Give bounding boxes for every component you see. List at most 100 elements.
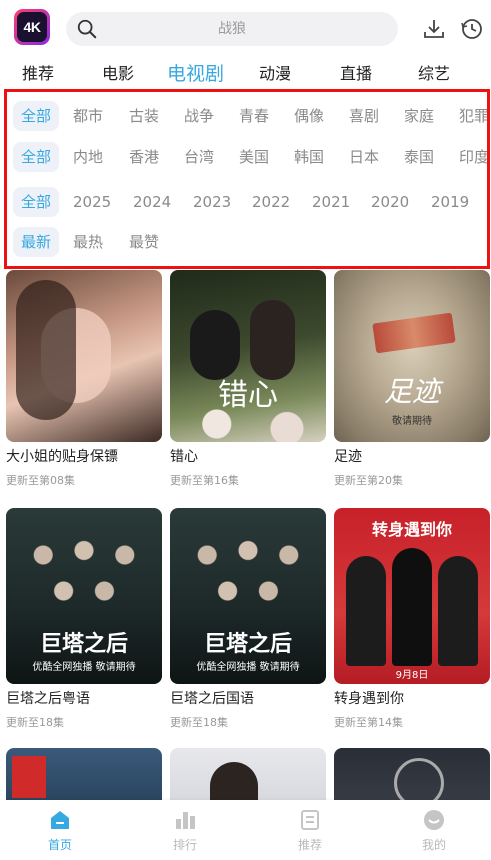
- tab-variety[interactable]: 综艺: [418, 58, 450, 90]
- video-card[interactable]: [6, 748, 162, 800]
- filter-year-2020[interactable]: 2020: [371, 187, 409, 217]
- home-icon: [51, 811, 69, 829]
- profile-icon: [424, 810, 444, 830]
- filter-genre-family[interactable]: 家庭: [404, 101, 434, 131]
- nav-profile-label: 我的: [421, 838, 446, 852]
- video-title: 巨塔之后国语: [170, 691, 254, 707]
- filter-genre-crime[interactable]: 犯罪: [459, 101, 487, 131]
- video-card[interactable]: 错心 错心 更新至第16集: [170, 270, 326, 488]
- ranking-icon: [176, 812, 195, 829]
- filter-region-usa[interactable]: 美国: [239, 142, 269, 172]
- filter-region-taiwan[interactable]: 台湾: [184, 142, 214, 172]
- filter-year-all[interactable]: 全部: [13, 187, 59, 217]
- nav-ranking[interactable]: 排行: [135, 800, 235, 860]
- filter-region-japan[interactable]: 日本: [349, 142, 379, 172]
- poster-image: [6, 270, 162, 442]
- poster-image: [170, 748, 326, 800]
- video-title: 足迹: [334, 449, 362, 465]
- poster-title: 转身遇到你: [371, 520, 452, 539]
- video-card[interactable]: [170, 748, 326, 800]
- poster-title: 足迹: [383, 375, 440, 408]
- filter-year-2021[interactable]: 2021: [312, 187, 350, 217]
- filter-region-thailand[interactable]: 泰国: [404, 142, 434, 172]
- filter-region-india[interactable]: 印度: [459, 142, 487, 172]
- video-card[interactable]: 足迹 敬请期待 足迹 更新至第20集: [334, 270, 490, 488]
- filter-genre-all[interactable]: 全部: [13, 101, 59, 131]
- app-header: 4K 战狼: [0, 0, 491, 58]
- filter-genre-war[interactable]: 战争: [184, 101, 214, 131]
- poster-subtitle: 9月8日: [395, 670, 429, 681]
- episode-status: 更新至第14集: [334, 716, 403, 729]
- tab-tv-series[interactable]: 电视剧: [167, 58, 224, 90]
- poster-image: 转身遇到你 9月8日: [334, 508, 490, 684]
- nav-home-label: 首页: [47, 838, 72, 852]
- filter-year-2023[interactable]: 2023: [193, 187, 231, 217]
- filter-region-korea[interactable]: 韩国: [294, 142, 324, 172]
- video-card[interactable]: 大小姐的贴身保镖 更新至第08集: [6, 270, 162, 488]
- sort-hottest[interactable]: 最热: [73, 227, 103, 257]
- year-filter-row: 全部 2025 2024 2023 2022 2021 2020 2019: [7, 187, 487, 217]
- video-card[interactable]: 巨塔之后 优酷全网独播 敬请期待 巨塔之后国语 更新至18集: [170, 508, 326, 730]
- region-filter-row: 全部 内地 香港 台湾 美国 韩国 日本 泰国 印度: [7, 142, 487, 172]
- video-card[interactable]: 巨塔之后 优酷全网独播 敬请期待 巨塔之后粤语 更新至18集: [6, 508, 162, 730]
- tab-live[interactable]: 直播: [340, 58, 372, 90]
- poster-title: 错心: [218, 378, 278, 413]
- nav-profile[interactable]: 我的: [384, 800, 484, 860]
- genre-filter-row: 全部 都市 古装 战争 青春 偶像 喜剧 家庭 犯罪: [7, 101, 487, 131]
- sort-latest[interactable]: 最新: [13, 227, 59, 257]
- video-title: 转身遇到你: [334, 691, 404, 707]
- nav-home[interactable]: 首页: [10, 800, 110, 860]
- tab-recommend[interactable]: 推荐: [22, 58, 54, 90]
- filter-genre-urban[interactable]: 都市: [73, 101, 103, 131]
- video-title: 错心: [170, 449, 198, 465]
- video-title: 巨塔之后粤语: [6, 691, 90, 707]
- nav-ranking-label: 排行: [172, 838, 197, 852]
- tab-anime[interactable]: 动漫: [259, 58, 291, 90]
- poster-image: [6, 748, 162, 800]
- episode-status: 更新至第20集: [334, 474, 403, 487]
- filter-genre-comedy[interactable]: 喜剧: [349, 101, 379, 131]
- search-placeholder: 战狼: [218, 21, 246, 37]
- poster-image: 巨塔之后 优酷全网独播 敬请期待: [170, 508, 326, 684]
- history-icon[interactable]: [460, 17, 484, 41]
- filter-genre-youth[interactable]: 青春: [239, 101, 269, 131]
- filter-genre-idol[interactable]: 偶像: [294, 101, 324, 131]
- filter-panel: 全部 都市 古装 战争 青春 偶像 喜剧 家庭 犯罪 全部 内地 香港 台湾 美…: [4, 89, 490, 269]
- download-icon[interactable]: [422, 17, 446, 41]
- filter-year-2019[interactable]: 2019: [431, 187, 469, 217]
- filter-region-hongkong[interactable]: 香港: [129, 142, 159, 172]
- filter-year-2022[interactable]: 2022: [252, 187, 290, 217]
- poster-subtitle: 敬请期待: [392, 416, 432, 427]
- video-card[interactable]: 转身遇到你 9月8日 转身遇到你 更新至第14集: [334, 508, 490, 730]
- filter-region-mainland[interactable]: 内地: [73, 142, 103, 172]
- sort-top-rated[interactable]: 最赞: [129, 227, 159, 257]
- episode-status: 更新至第08集: [6, 474, 75, 487]
- logo-text: 4K: [17, 12, 47, 42]
- poster-title: 巨塔之后: [39, 632, 128, 657]
- poster-subtitle: 优酷全网独播 敬请期待: [32, 662, 136, 673]
- search-bar[interactable]: 战狼: [66, 12, 398, 46]
- poster-title: 巨塔之后: [203, 632, 292, 657]
- filter-year-2024[interactable]: 2024: [133, 187, 171, 217]
- filter-year-2025[interactable]: 2025: [73, 187, 111, 217]
- poster-image: 足迹 敬请期待: [334, 270, 490, 442]
- app-logo: 4K: [14, 9, 50, 45]
- recommend-icon: [301, 810, 319, 830]
- episode-status: 更新至第16集: [170, 474, 239, 487]
- poster-subtitle: 优酷全网独播 敬请期待: [196, 662, 300, 673]
- video-card[interactable]: [334, 748, 490, 800]
- video-title: 大小姐的贴身保镖: [6, 449, 118, 465]
- filter-genre-costume[interactable]: 古装: [129, 101, 159, 131]
- tab-movie[interactable]: 电影: [102, 58, 134, 90]
- nav-recommend[interactable]: 推荐: [260, 800, 360, 860]
- poster-image: 巨塔之后 优酷全网独播 敬请期待: [6, 508, 162, 684]
- episode-status: 更新至18集: [6, 716, 64, 729]
- poster-image: 错心: [170, 270, 326, 442]
- content-grid: 大小姐的贴身保镖 更新至第08集 错心 错心 更新至第16集 足迹 敬请期待 足…: [0, 270, 491, 800]
- sort-filter-row: 最新 最热 最赞: [7, 227, 487, 257]
- episode-status: 更新至18集: [170, 716, 228, 729]
- filter-region-all[interactable]: 全部: [13, 142, 59, 172]
- category-tabs: 推荐 电影 电视剧 动漫 直播 综艺: [0, 58, 491, 90]
- bottom-nav: 首页 排行 推荐 我的: [0, 800, 491, 860]
- poster-image: [334, 748, 490, 800]
